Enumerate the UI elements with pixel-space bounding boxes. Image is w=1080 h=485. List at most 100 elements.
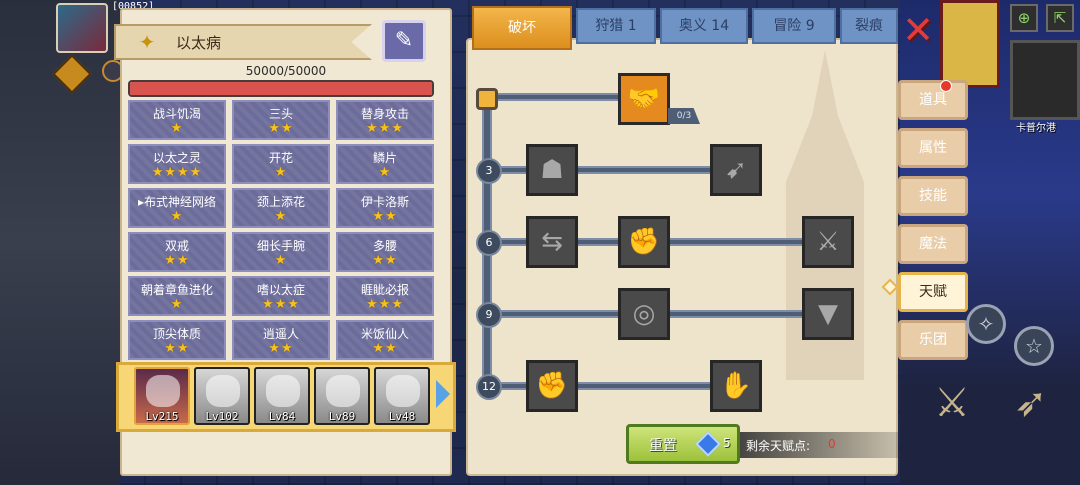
hp-bar-fill xyxy=(130,82,432,95)
talent-tab[interactable]: 裂痕 xyxy=(840,8,898,44)
key-emblem-icon: ✦ xyxy=(138,30,156,54)
talent-tab[interactable]: 冒险 9 xyxy=(752,8,836,44)
tree-branch xyxy=(494,93,624,101)
trait-stars: ★★★★ xyxy=(151,165,203,180)
talent-tab[interactable]: 奥义 14 xyxy=(660,8,748,44)
trait-card[interactable]: 替身攻击 ★★★ xyxy=(336,100,434,140)
trait-stars: ★ xyxy=(378,165,392,180)
trait-name: ▸布式神经网络 xyxy=(137,195,217,209)
trait-stars: ★★ xyxy=(268,121,294,136)
side-menu-button[interactable]: 属性 xyxy=(898,128,968,168)
swap-icon[interactable]: ⇆ xyxy=(526,216,578,268)
hero-portrait xyxy=(326,375,360,407)
trait-card[interactable]: 顶尖体质 ★★ xyxy=(128,320,226,360)
town-label: 卡普尔港 xyxy=(1016,123,1056,134)
hero-level: Lv48 xyxy=(388,410,416,423)
hero-level: Lv215 xyxy=(145,410,179,423)
trait-card[interactable]: 三头 ★★ xyxy=(232,100,330,140)
trait-stars: ★ xyxy=(274,209,288,224)
trait-card[interactable]: 嗜以太症 ★★★ xyxy=(232,276,330,316)
slash-icon[interactable]: ⚔ xyxy=(802,216,854,268)
trait-name: 鳞片 xyxy=(372,151,397,165)
edit-traits-button[interactable]: ✎ xyxy=(382,20,426,62)
gem-cost: 5 xyxy=(723,436,731,450)
talent-tab[interactable]: 狩猎 1 xyxy=(576,8,656,44)
compass-icon[interactable]: ✧ xyxy=(966,304,1006,344)
hero-portrait xyxy=(386,375,420,407)
hero-card[interactable]: Lv84 xyxy=(254,367,310,425)
trait-card[interactable]: 以太之灵 ★★★★ xyxy=(128,144,226,184)
player-avatar[interactable] xyxy=(56,3,108,53)
trait-name: 双戒 xyxy=(164,239,189,253)
next-hero-arrow-icon[interactable] xyxy=(436,380,450,408)
trait-name: 睚眦必报 xyxy=(360,283,409,297)
side-menu-button[interactable]: 技能 xyxy=(898,176,968,216)
character-name: 以太病 xyxy=(176,34,222,52)
trait-card[interactable]: 开花 ★ xyxy=(232,144,330,184)
exit-icon[interactable]: ⇱ xyxy=(1046,4,1074,32)
bow-icon[interactable]: ➶ xyxy=(1014,380,1048,426)
hero-card[interactable]: Lv48 xyxy=(374,367,430,425)
side-menu-button[interactable]: 魔法 xyxy=(898,224,968,264)
trait-card[interactable]: 鳞片 ★ xyxy=(336,144,434,184)
trait-name: 替身攻击 xyxy=(360,107,409,121)
trait-name: 开花 xyxy=(268,151,293,165)
trait-card[interactable]: 睚眦必报 ★★★ xyxy=(336,276,434,316)
trait-stars: ★★★ xyxy=(262,297,300,312)
trait-card[interactable]: 朝着章鱼进化 ★ xyxy=(128,276,226,316)
hp-bar xyxy=(128,80,434,97)
trait-card[interactable]: 细长手腕 ★ xyxy=(232,232,330,272)
hero-card[interactable]: Lv102 xyxy=(194,367,250,425)
trait-stars: ★★★ xyxy=(366,121,404,136)
hero-level: Lv102 xyxy=(205,410,239,423)
ripple-icon[interactable]: ◎ xyxy=(618,288,670,340)
reset-label: 重置 xyxy=(649,438,677,454)
hero-card[interactable]: Lv89 xyxy=(314,367,370,425)
fist-punch-icon[interactable]: ✊ xyxy=(618,216,670,268)
trait-card[interactable]: 米饭仙人 ★★ xyxy=(336,320,434,360)
trait-name: 细长手腕 xyxy=(256,239,305,253)
side-menu-button[interactable]: 道具 xyxy=(898,80,968,120)
close-icon[interactable]: ✕ xyxy=(898,10,938,50)
trait-card[interactable]: 颈上添花 ★ xyxy=(232,188,330,228)
trait-name: 战斗饥渴 xyxy=(152,107,201,121)
trait-stars: ★★ xyxy=(164,253,190,268)
tier-label: 6 xyxy=(476,230,502,256)
trait-card[interactable]: 逍遥人 ★★ xyxy=(232,320,330,360)
talent-points-label: 剩余天赋点: xyxy=(746,439,811,453)
trait-name: 嗜以太症 xyxy=(256,283,305,297)
hero-card[interactable]: Lv215 xyxy=(134,367,190,425)
body-silhouette-icon[interactable]: ☗ xyxy=(526,144,578,196)
hero-portrait xyxy=(266,375,300,407)
trait-card[interactable]: 多腰 ★★ xyxy=(336,232,434,272)
trait-stars: ★ xyxy=(274,165,288,180)
trait-name: 以太之灵 xyxy=(152,151,201,165)
side-menu-button[interactable]: 天赋 xyxy=(898,272,968,312)
side-menu-button[interactable]: 乐团 xyxy=(898,320,968,360)
trait-card[interactable]: ▸布式神经网络 ★ xyxy=(128,188,226,228)
trait-name: 米饭仙人 xyxy=(360,327,409,341)
open-hand-icon[interactable]: ✋ xyxy=(710,360,762,412)
arrow-strike-icon[interactable]: ➹ xyxy=(710,144,762,196)
star-icon[interactable]: ☆ xyxy=(1014,326,1054,366)
trait-stars: ★★ xyxy=(164,341,190,356)
tier-label: 3 xyxy=(476,158,502,184)
notification-dot xyxy=(940,80,952,92)
trait-card[interactable]: 战斗饥渴 ★ xyxy=(128,100,226,140)
hero-level: Lv84 xyxy=(268,410,296,423)
trait-stars: ★ xyxy=(274,253,288,268)
raised-fist-icon[interactable]: ✊ xyxy=(526,360,578,412)
trait-card[interactable]: 双戒 ★★ xyxy=(128,232,226,272)
talent-tab[interactable]: 破坏 xyxy=(472,6,572,50)
globe-icon[interactable]: ⊕ xyxy=(1010,4,1038,32)
trait-stars: ★★ xyxy=(372,209,398,224)
trait-stars: ★ xyxy=(170,209,184,224)
trait-name: 颈上添花 xyxy=(256,195,305,209)
trait-stars: ★ xyxy=(170,297,184,312)
reset-button[interactable]: 重置 5 xyxy=(626,424,740,464)
sword-icon[interactable]: ⚔ xyxy=(934,380,970,426)
handshake-icon[interactable]: 🤝 xyxy=(618,73,670,125)
trait-card[interactable]: 伊卡洛斯 ★★ xyxy=(336,188,434,228)
bat-icon[interactable]: ▼ xyxy=(802,288,854,340)
tree-root xyxy=(476,88,498,110)
